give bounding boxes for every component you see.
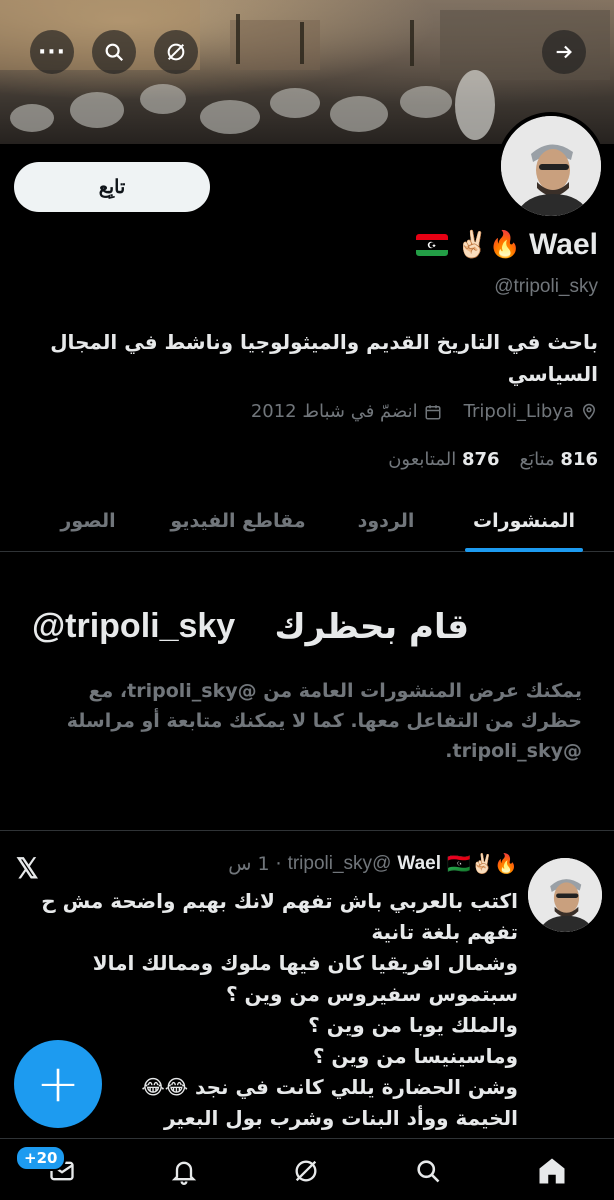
search-button[interactable] xyxy=(92,30,136,74)
following-label: متابَع xyxy=(519,449,555,470)
name-emojis: 🔥✌🏻 xyxy=(456,230,522,260)
joined-item: انضمّ في شباط 2012 xyxy=(251,401,442,422)
tweet-header: 🔥✌🏻🇱🇾 Wael @tripoli_sky · 1 س xyxy=(228,852,518,876)
tweet-author-handle[interactable]: @tripoli_sky xyxy=(288,853,392,875)
grok-button[interactable] xyxy=(154,30,198,74)
location-icon xyxy=(582,403,596,420)
grok-icon xyxy=(167,43,185,61)
profile-handle: @tripoli_sky xyxy=(494,276,598,297)
profile-avatar[interactable] xyxy=(497,112,605,220)
arrow-right-icon xyxy=(556,45,572,59)
tab-photos[interactable]: الصور xyxy=(38,490,138,551)
more-button[interactable]: ··· xyxy=(30,30,74,74)
nav-notifications[interactable] xyxy=(166,1153,202,1189)
nav-grok[interactable] xyxy=(288,1153,324,1189)
profile-meta: Tripoli_Libya انضمّ في شباط 2012 xyxy=(251,401,598,422)
back-button[interactable] xyxy=(542,30,586,74)
nav-search[interactable] xyxy=(410,1153,446,1189)
section-divider xyxy=(0,830,614,831)
tab-replies[interactable]: الردود xyxy=(338,490,434,551)
tweet-emojis: 🔥✌🏻🇱🇾 xyxy=(447,853,518,875)
libya-flag xyxy=(416,234,449,256)
compose-button[interactable]: + xyxy=(14,1040,102,1128)
profile-tabs: المنشورات الردود مقاطع الفيديو الصور xyxy=(0,490,614,552)
followers-link[interactable]: 876 المتابعون xyxy=(388,449,499,470)
location-text: Tripoli_Libya xyxy=(463,401,574,422)
nav-home[interactable] xyxy=(534,1153,570,1189)
tweet-time[interactable]: 1 س xyxy=(228,853,269,875)
search-icon xyxy=(105,43,124,62)
more-horizontal-icon: ··· xyxy=(37,39,67,65)
tweet-avatar[interactable] xyxy=(528,858,602,932)
display-name-row: Wael 🔥✌🏻 xyxy=(416,228,598,262)
following-link[interactable]: 816 متابَع xyxy=(520,449,598,470)
tab-videos[interactable]: مقاطع الفيديو xyxy=(138,490,338,551)
grok-icon xyxy=(295,1160,317,1182)
following-count: 816 xyxy=(560,449,598,470)
tab-posts[interactable]: المنشورات xyxy=(434,490,614,551)
followers-label: المتابعون xyxy=(388,449,457,470)
x-logo-icon: 𝕏 xyxy=(16,853,39,884)
tweet-line: سبتموس سفيروس من وين ؟ xyxy=(225,982,518,1006)
tweet-line: وشمال افريقيا كان فيها ملوك وممالك امالا xyxy=(92,951,518,975)
profile-bio: باحث في التاريخ القديم والميثولوجيا وناش… xyxy=(50,330,598,386)
follow-button[interactable]: تابِع xyxy=(14,162,210,212)
tweet-line: اكتب بالعربي باش تفهم لانك بهيم واضحة مش… xyxy=(41,889,518,913)
blocked-handle: @tripoli_sky xyxy=(32,607,236,645)
tweet-separator: · xyxy=(275,852,282,875)
search-icon xyxy=(417,1160,440,1183)
calendar-icon xyxy=(425,404,441,419)
notifications-icon xyxy=(171,1161,197,1185)
tweet-line: والملك يوبا من وين ؟ xyxy=(308,1013,518,1037)
messages-badge: +20 xyxy=(15,1145,67,1171)
blocked-message: يمكنك عرض المنشورات العامة من @tripoli_s… xyxy=(66,680,582,762)
tweet-author-name[interactable]: Wael xyxy=(397,853,441,875)
followers-count: 876 xyxy=(461,449,500,470)
home-icon xyxy=(539,1158,565,1184)
bottom-navigation: +20 xyxy=(0,1138,614,1200)
display-name: Wael xyxy=(529,228,598,261)
tweet-line: تفهم بلغة تانية xyxy=(371,920,518,944)
follow-counts: 816 متابَع 876 المتابعون xyxy=(388,449,598,470)
avatar-image xyxy=(528,858,602,932)
location-item: Tripoli_Libya xyxy=(464,401,598,422)
blocked-title: قام بحظرك xyxy=(274,607,470,647)
joined-text: انضمّ في شباط 2012 xyxy=(250,401,418,422)
avatar-image xyxy=(501,116,601,216)
